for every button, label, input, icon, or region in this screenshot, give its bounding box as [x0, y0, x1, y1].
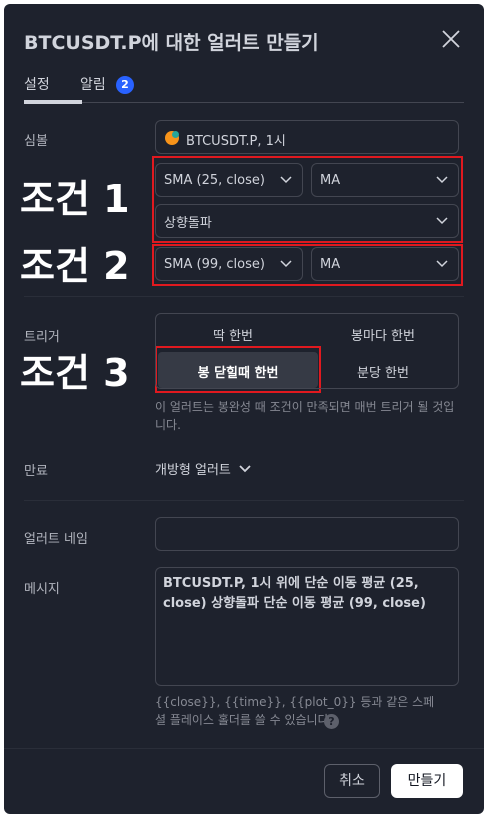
alert-name-label: 얼러트 네임: [24, 532, 88, 547]
help-icon[interactable]: ?: [324, 714, 339, 729]
message-hint: {{close}}, {{time}}, {{plot_0}} 등과 같은 스페…: [155, 695, 435, 727]
expiration-value: 개방형 얼러트: [155, 463, 231, 478]
symbol-field[interactable]: BTCUSDT.P, 1시: [155, 120, 459, 154]
notifications-badge: 2: [116, 76, 134, 94]
alert-name-input[interactable]: [155, 517, 459, 551]
annotation-condition-1: 조건 1: [20, 177, 130, 221]
trigger-option-once-per-bar[interactable]: 봉마다 한번: [309, 325, 457, 344]
cancel-button[interactable]: 취소: [324, 764, 380, 798]
dialog-title: BTCUSDT.P에 대한 얼러트 만들기: [24, 32, 319, 54]
tab-notifications[interactable]: 알림: [80, 74, 106, 94]
message-textarea[interactable]: BTCUSDT.P, 1시 위에 단순 이동 평균 (25, close) 상향…: [155, 567, 459, 686]
footer-divider: [4, 748, 484, 749]
condition-1-highlight: [152, 156, 463, 243]
tabs-divider: [24, 102, 464, 103]
trigger-option-once-per-bar-close[interactable]: 봉 닫힐때 한번: [164, 362, 312, 381]
condition-2-highlight: [152, 244, 463, 286]
chevron-down-icon: [239, 464, 251, 472]
annotation-condition-3: 조건 3: [20, 351, 130, 395]
tab-settings[interactable]: 설정: [24, 74, 50, 94]
expiration-label: 만료: [24, 464, 48, 479]
create-button[interactable]: 만들기: [391, 764, 463, 798]
close-button[interactable]: [440, 28, 462, 50]
create-alert-dialog: BTCUSDT.P에 대한 얼러트 만들기 설정 알림 2 심볼 BTCUSDT…: [4, 4, 484, 814]
close-icon: [442, 30, 460, 48]
symbol-label: 심볼: [24, 134, 48, 149]
trigger-label: 트리거: [24, 330, 60, 345]
section-divider: [24, 296, 464, 297]
coin-icon: [164, 130, 180, 150]
trigger-option-once-per-minute[interactable]: 분당 한번: [309, 362, 457, 381]
annotation-condition-2: 조건 2: [20, 244, 130, 288]
section-divider: [24, 500, 464, 501]
symbol-value: BTCUSDT.P, 1시: [186, 134, 286, 149]
active-tab-indicator: [24, 100, 82, 104]
trigger-option-once[interactable]: 딱 한번: [159, 325, 307, 344]
expiration-dropdown[interactable]: 개방형 얼러트: [155, 459, 251, 478]
message-label: 메시지: [24, 582, 60, 597]
trigger-description: 이 얼러트는 봉완성 때 조건이 만족되면 매번 트리거 될 것입니다.: [155, 400, 455, 432]
